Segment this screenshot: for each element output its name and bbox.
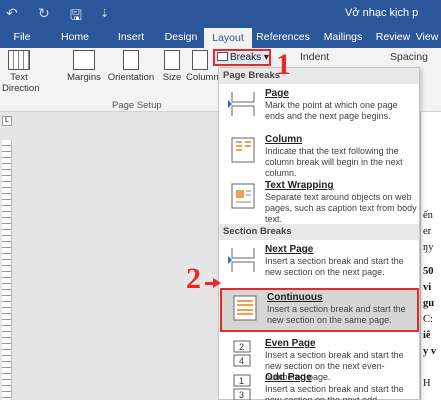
odd-page-icon-number: 1 [239, 376, 244, 386]
menu-item-description: Separate text around objects on web page… [265, 192, 417, 224]
tab-view[interactable]: View [412, 28, 441, 48]
doc-text-fragment: iê [423, 330, 431, 341]
section-breaks-header: Section Breaks [219, 224, 419, 240]
odd-page-icon: 13 [233, 374, 251, 400]
column-break-icon [231, 137, 255, 163]
doc-text-fragment: C: [423, 314, 433, 325]
doc-text-fragment: y v [423, 346, 437, 357]
callout-arrow [205, 278, 221, 288]
columns-icon [192, 50, 208, 70]
tab-selector[interactable]: L [2, 116, 12, 126]
even-page-icon-number: 2 [239, 342, 244, 352]
document-area [14, 112, 214, 400]
page-break-icon [228, 92, 255, 116]
orientation-button[interactable]: Orientation [104, 50, 158, 83]
spacing-label: Spacing [390, 51, 428, 63]
size-button[interactable]: Size [160, 50, 184, 83]
size-icon [164, 50, 180, 70]
doc-text-fragment: ến [423, 210, 433, 221]
menu-item-title: Column [265, 134, 303, 145]
step-number-2: 2 [186, 262, 201, 295]
menu-item-title: Page [265, 88, 289, 99]
breaks-dropdown-menu: Page Breaks Page Mark the point at which… [218, 67, 420, 400]
even-page-icon: 24 [233, 340, 251, 367]
orientation-label: Orientation [107, 72, 155, 83]
menu-item-description: Insert a section break and start the new… [265, 256, 404, 277]
tab-file[interactable]: File [2, 28, 42, 48]
ribbon-tabs: File Home Insert Design Layout Reference… [0, 28, 441, 48]
menu-item-title: Even Page [265, 338, 316, 349]
tab-insert[interactable]: Insert [108, 28, 154, 48]
menu-item-title: Continuous [267, 292, 323, 303]
tab-review[interactable]: Review [372, 28, 414, 48]
size-label: Size [162, 72, 182, 83]
step-number-1: 1 [276, 48, 291, 81]
columns-button[interactable]: Columns [186, 50, 224, 83]
menu-item-odd-page[interactable]: 13 Odd Page Insert a section break and s… [220, 370, 419, 400]
menu-item-column[interactable]: Column Indicate that the text following … [220, 132, 419, 178]
page-setup-group-label: Page Setup [112, 100, 162, 111]
customize-toolbar-icon[interactable]: ⇣ [100, 7, 109, 20]
orientation-icon [123, 50, 139, 70]
next-page-icon [228, 248, 255, 272]
doc-text-fragment: gu [423, 298, 435, 309]
doc-text-fragment: er [423, 226, 432, 237]
page-breaks-header: Page Breaks [219, 68, 419, 84]
title-bar: ↶ ↻ 🖫 ⇣ Vở nhạc kịch p [0, 0, 441, 28]
text-direction-icon [8, 50, 30, 70]
text-wrapping-icon [231, 183, 255, 209]
margins-icon [73, 50, 95, 70]
doc-text-fragment: ŋy [423, 242, 434, 253]
redo-icon[interactable]: ↻ [38, 5, 50, 22]
undo-icon[interactable]: ↶ [6, 5, 18, 22]
doc-text-fragment: H [423, 378, 431, 389]
menu-item-text-wrapping[interactable]: Text Wrapping Separate text around objec… [220, 178, 419, 224]
menu-item-title: Text Wrapping [265, 180, 334, 191]
vertical-ruler [2, 140, 12, 400]
text-direction-button[interactable]: Text Direction [2, 50, 40, 94]
tab-mailings[interactable]: Mailings [318, 28, 368, 48]
indent-label: Indent [300, 51, 330, 63]
continuous-icon [233, 295, 257, 321]
menu-item-description: Insert a section break and start the new… [265, 384, 404, 400]
doc-text-fragment: 50 [423, 266, 434, 277]
menu-item-description: Indicate that the text following the col… [265, 146, 403, 178]
menu-item-next-page[interactable]: Next Page Insert a section break and sta… [220, 242, 419, 286]
menu-item-description: Insert a section break and start the new… [267, 304, 406, 325]
menu-item-description: Mark the point at which one page ends an… [265, 100, 398, 121]
doc-text-fragment: vi [423, 282, 432, 293]
menu-item-page[interactable]: Page Mark the point at which one page en… [220, 86, 419, 130]
save-icon[interactable]: 🖫 [70, 5, 82, 29]
menu-item-title: Odd Page [265, 372, 312, 383]
margins-button[interactable]: Margins [66, 50, 102, 83]
tab-home[interactable]: Home [50, 28, 100, 48]
breaks-icon [217, 52, 228, 61]
tab-layout[interactable]: Layout [204, 28, 252, 48]
menu-item-title: Next Page [265, 244, 314, 255]
window-title: Vở nhạc kịch p [345, 7, 419, 19]
menu-item-even-page[interactable]: 24 Even Page Insert a section break and … [220, 336, 419, 382]
breaks-button[interactable]: Breaks ▾ [213, 49, 271, 66]
tab-design[interactable]: Design [158, 28, 204, 48]
even-page-icon-number: 4 [239, 356, 244, 366]
breaks-label: Breaks [230, 52, 262, 63]
menu-item-continuous[interactable]: Continuous Insert a section break and st… [220, 288, 419, 332]
margins-label: Margins [67, 72, 101, 83]
tab-references[interactable]: References [254, 28, 312, 48]
odd-page-icon-number: 3 [239, 390, 244, 400]
text-direction-label: Text Direction [2, 72, 40, 94]
